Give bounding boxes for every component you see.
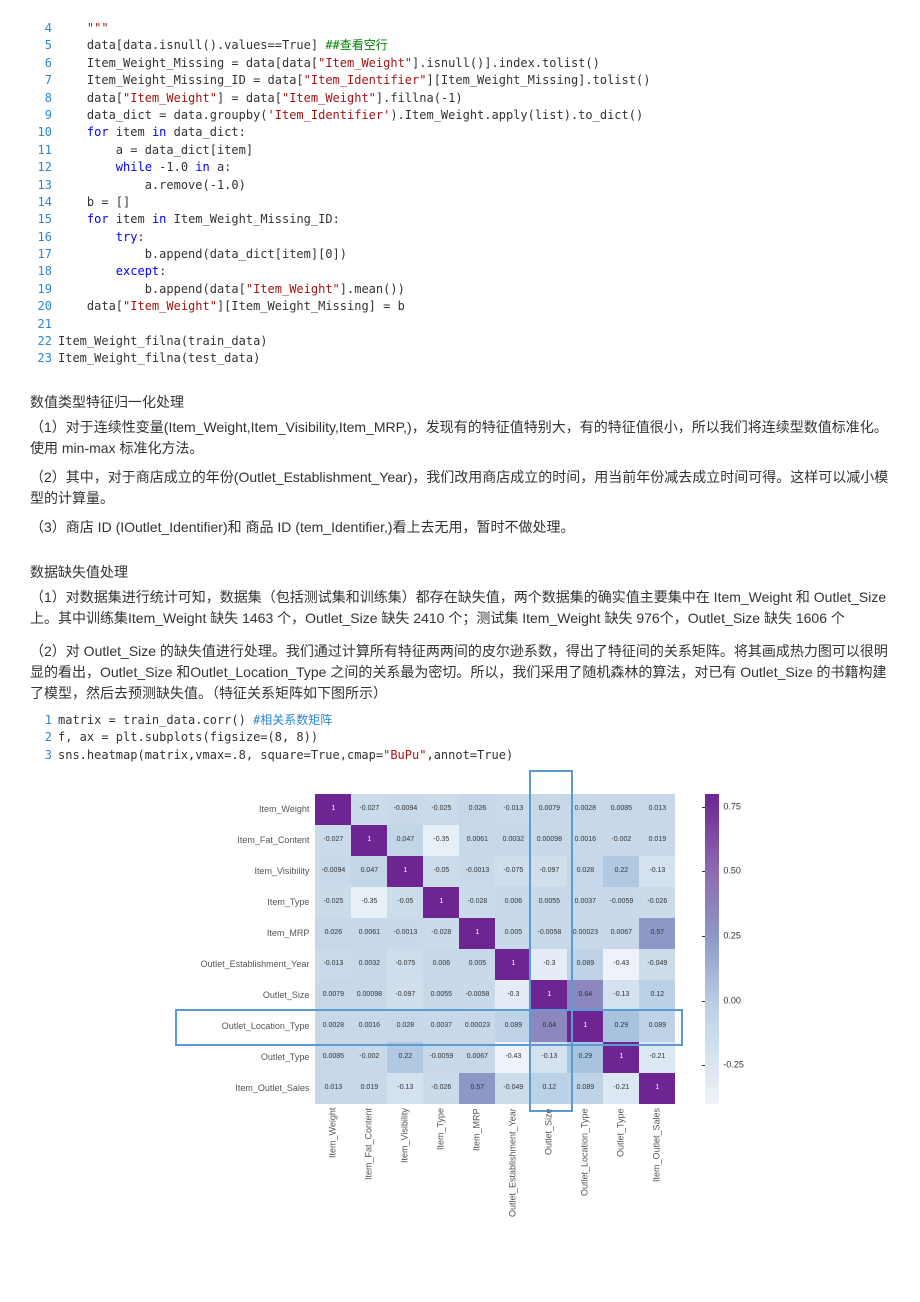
para-norm-1: （1）对于连续性变量(Item_Weight,Item_Visibility,I… — [30, 417, 890, 459]
heatmap-grid: 1-0.027-0.0094-0.0250.026-0.0130.00790.0… — [315, 794, 675, 1104]
para-norm-3: （3）商店 ID (IOutlet_Identifier)和 商品 ID (te… — [30, 517, 890, 538]
code-block-fillna: 4 """5 data[data.isnull().values==True] … — [30, 20, 890, 368]
para-miss-1: （1）对数据集进行统计可知，数据集（包括测试集和训练集）都存在缺失值，两个数据集… — [30, 587, 890, 629]
heatmap-colorbar: 0.750.500.250.00-0.25 — [705, 794, 719, 1104]
heatmap-col-labels: Item_WeightItem_Fat_ContentItem_Visibili… — [315, 1108, 675, 1218]
heading-normalize: 数值类型特征归一化处理 — [30, 392, 890, 413]
heading-missing: 数据缺失值处理 — [30, 562, 890, 583]
heatmap-row-labels: Item_WeightItem_Fat_ContentItem_Visibili… — [201, 794, 310, 1104]
code-block-heatmap: 1matrix = train_data.corr() #相关系数矩阵2f, a… — [30, 712, 890, 764]
para-miss-2: （2）对 Outlet_Size 的缺失值进行处理。我们通过计算所有特征两两间的… — [30, 641, 890, 704]
para-norm-2: （2）其中，对于商店成立的年份(Outlet_Establishment_Yea… — [30, 467, 890, 509]
heatmap-figure: Item_WeightItem_Fat_ContentItem_Visibili… — [30, 794, 890, 1218]
